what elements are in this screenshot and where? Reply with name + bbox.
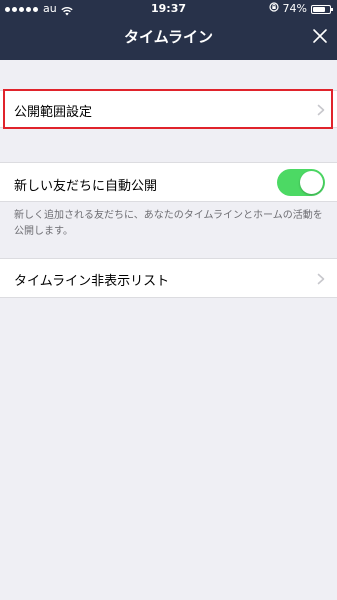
auto-public-toggle[interactable]	[277, 169, 325, 196]
orientation-lock-icon	[268, 0, 279, 18]
page-title: タイムライン	[124, 28, 213, 46]
status-bar: au 19:37 74%	[0, 0, 337, 18]
chevron-right-icon	[317, 104, 325, 116]
privacy-settings-row[interactable]: 公開範囲設定	[0, 90, 337, 128]
close-icon	[313, 29, 327, 43]
hidden-list-row[interactable]: タイムライン非表示リスト	[0, 258, 337, 298]
status-right: 74%	[268, 0, 333, 18]
battery-percentage: 74%	[282, 2, 307, 15]
battery-icon	[311, 4, 333, 14]
auto-public-label: 新しい友だちに自動公開	[14, 179, 158, 194]
auto-public-description: 新しく追加される友だちに、あなたのタイムラインとホームの活動を公開します。	[14, 210, 323, 237]
auto-public-row: 新しい友だちに自動公開	[0, 162, 337, 202]
privacy-settings-label: 公開範囲設定	[14, 105, 93, 120]
header: au 19:37 74% タイムライン	[0, 0, 337, 60]
hidden-list-label: タイムライン非表示リスト	[14, 274, 170, 289]
close-button[interactable]	[311, 27, 329, 45]
toggle-knob	[300, 171, 323, 194]
chevron-right-icon	[317, 273, 325, 285]
